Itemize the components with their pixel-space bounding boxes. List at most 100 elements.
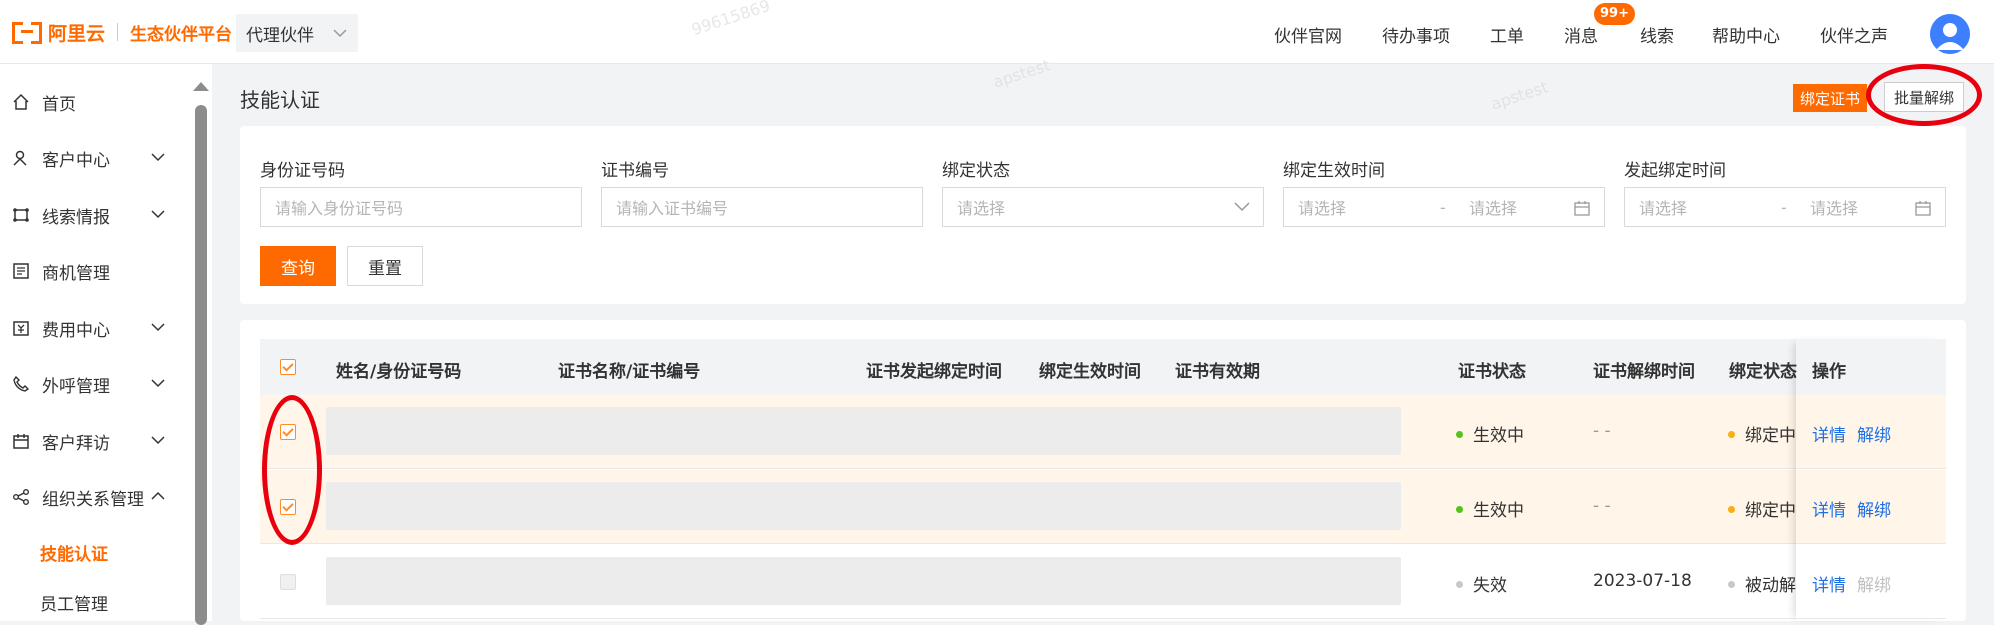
chevron-down-icon (151, 436, 165, 445)
bind-status-cell: 绑定中 (1728, 421, 1796, 446)
unbind-time-cell: - - (1593, 421, 1611, 441)
status-dot (1456, 505, 1463, 513)
cert-status-cell: 生效中 (1456, 421, 1524, 446)
calendar-icon (13, 434, 29, 449)
range-start-placeholder: 请选择 (1298, 199, 1347, 218)
aliyun-logo-icon (12, 22, 42, 44)
bind-status-select[interactable]: 请选择 (942, 187, 1264, 227)
sidebar-item-leads[interactable]: 线索情报 (12, 195, 172, 235)
sidebar-item-opportunities[interactable]: 商机管理 (12, 251, 172, 291)
lead-icon (13, 208, 29, 222)
logo-divider (117, 23, 119, 41)
column-header-bind-initiate-time: 证书发起绑定时间 (866, 362, 1002, 382)
nav-ticket[interactable]: 工单 (1490, 22, 1524, 47)
cert-status-text: 生效中 (1473, 426, 1524, 446)
unbind-time-cell: 2023-07-18 (1593, 571, 1692, 591)
column-header-cert-validity: 证书有效期 (1175, 362, 1260, 382)
sidebar-item-label: 客户拜访 (42, 433, 110, 454)
annotation-circle-checkboxes (262, 395, 322, 545)
sidebar-item-label: 首页 (42, 94, 76, 115)
cert-status-cell: 失效 (1456, 571, 1507, 596)
sidebar-subitem-staff-management[interactable]: 员工管理 (40, 590, 108, 615)
nav-partner-site[interactable]: 伙伴官网 (1274, 22, 1342, 47)
reset-button[interactable]: 重置 (347, 246, 423, 286)
sidebar-item-label: 组织关系管理 (42, 489, 144, 510)
table-header: 姓名/身份证号码 证书名称/证书编号 证书发起绑定时间 绑定生效时间 证书有效期… (260, 339, 1946, 395)
redacted-content (326, 557, 1401, 605)
cert-status-text: 失效 (1473, 576, 1507, 596)
message-count-badge: 99+ (1594, 3, 1635, 25)
range-end-placeholder: 请选择 (1810, 199, 1859, 218)
status-dot (1728, 430, 1735, 438)
bind-status-label: 绑定状态 (942, 161, 1010, 181)
home-icon (13, 93, 29, 110)
column-header-bind-status: 绑定状态 (1729, 362, 1797, 382)
partner-role-select[interactable]: 代理伙伴 (236, 14, 358, 52)
certificate-number-label: 证书编号 (601, 161, 669, 181)
range-start-placeholder: 请选择 (1639, 199, 1688, 218)
column-header-cert-status: 证书状态 (1458, 362, 1526, 382)
sidebar-item-customer-visits[interactable]: 客户拜访 (12, 421, 172, 461)
certificate-number-input[interactable]: 请输入证书编号 (601, 187, 923, 227)
scroll-up-arrow[interactable] (193, 82, 209, 91)
cert-status-cell: 生效中 (1456, 496, 1524, 521)
calendar-icon (1915, 201, 1931, 216)
customer-icon (13, 150, 27, 166)
partner-role-value: 代理伙伴 (246, 25, 314, 46)
id-number-placeholder: 请输入身份证号码 (275, 199, 404, 218)
bind-status-placeholder: 请选择 (957, 199, 1006, 218)
sidebar-item-label: 客户中心 (42, 150, 110, 171)
certificate-number-placeholder: 请输入证书编号 (616, 199, 729, 218)
bind-status-text: 绑定中 (1745, 426, 1796, 446)
range-separator: - (1781, 197, 1787, 217)
sidebar-item-home[interactable]: 首页 (12, 82, 172, 122)
aliyun-logo[interactable]: 阿里云 生态伙伴平台 (12, 19, 232, 45)
platform-name: 生态伙伴平台 (130, 24, 233, 45)
nav-help-center[interactable]: 帮助中心 (1712, 22, 1780, 47)
unbind-time-cell: - - (1593, 496, 1611, 516)
bind-certificate-button[interactable]: 绑定证书 (1793, 84, 1867, 112)
logo-text: 阿里云 (48, 22, 106, 45)
column-header-unbind-time: 证书解绑时间 (1593, 362, 1695, 382)
chevron-down-icon (333, 29, 347, 38)
top-navbar: 阿里云 生态伙伴平台 代理伙伴 伙伴官网 待办事项 工单 消息 99+ 线索 帮… (0, 0, 1994, 64)
id-number-label: 身份证号码 (260, 161, 345, 181)
status-dot (1456, 430, 1463, 438)
sidebar-item-outbound-calls[interactable]: 外呼管理 (12, 364, 172, 404)
sidebar-scrollbar-thumb[interactable] (195, 105, 207, 625)
table-row: 生效中 - - 绑定中 详情 解绑 (260, 470, 1946, 544)
user-avatar[interactable] (1930, 14, 1970, 54)
calendar-icon (1574, 201, 1590, 216)
phone-icon (13, 375, 30, 392)
sidebar-item-fee-center[interactable]: 费用中心 (12, 308, 172, 348)
column-header-cert-name: 证书名称/证书编号 (558, 362, 701, 382)
bind-status-text: 被动解 (1745, 576, 1796, 596)
nav-leads[interactable]: 线索 (1640, 22, 1674, 47)
id-number-input[interactable]: 请输入身份证号码 (260, 187, 582, 227)
redacted-content (326, 482, 1401, 530)
bind-effective-time-range[interactable]: 请选择 - 请选择 (1283, 187, 1605, 227)
range-end-placeholder: 请选择 (1469, 199, 1518, 218)
table-row: 失效 2023-07-18 被动解 详情 解绑 (260, 545, 1946, 619)
initiate-bind-time-label: 发起绑定时间 (1624, 161, 1726, 181)
range-separator: - (1440, 197, 1446, 217)
sidebar-item-label: 费用中心 (42, 320, 110, 341)
sidebar-subitem-skill-certification[interactable]: 技能认证 (40, 540, 108, 565)
nav-messages[interactable]: 消息 (1564, 22, 1598, 47)
sidebar-item-org-relations[interactable]: 组织关系管理 (12, 477, 172, 517)
bind-status-cell: 被动解 (1728, 571, 1796, 596)
select-all-checkbox[interactable] (280, 359, 296, 375)
bind-status-text: 绑定中 (1745, 501, 1796, 521)
chevron-down-icon (151, 153, 165, 162)
sidebar-item-label: 商机管理 (42, 263, 110, 284)
nav-todo[interactable]: 待办事项 (1382, 22, 1450, 47)
sidebar: 首页 客户中心 线索情报 商机管理 费用中心 外呼管理 客户拜访 组织关系管理 … (0, 64, 212, 621)
column-header-name-id: 姓名/身份证号码 (336, 362, 462, 382)
row-checkbox[interactable] (280, 574, 296, 590)
query-button[interactable]: 查询 (260, 246, 336, 286)
sidebar-item-customer-center[interactable]: 客户中心 (12, 138, 172, 178)
nav-partner-voice[interactable]: 伙伴之声 (1820, 22, 1888, 47)
fee-icon (13, 321, 29, 336)
column-header-bind-effective-time: 绑定生效时间 (1039, 362, 1141, 382)
initiate-bind-time-range[interactable]: 请选择 - 请选择 (1624, 187, 1946, 227)
